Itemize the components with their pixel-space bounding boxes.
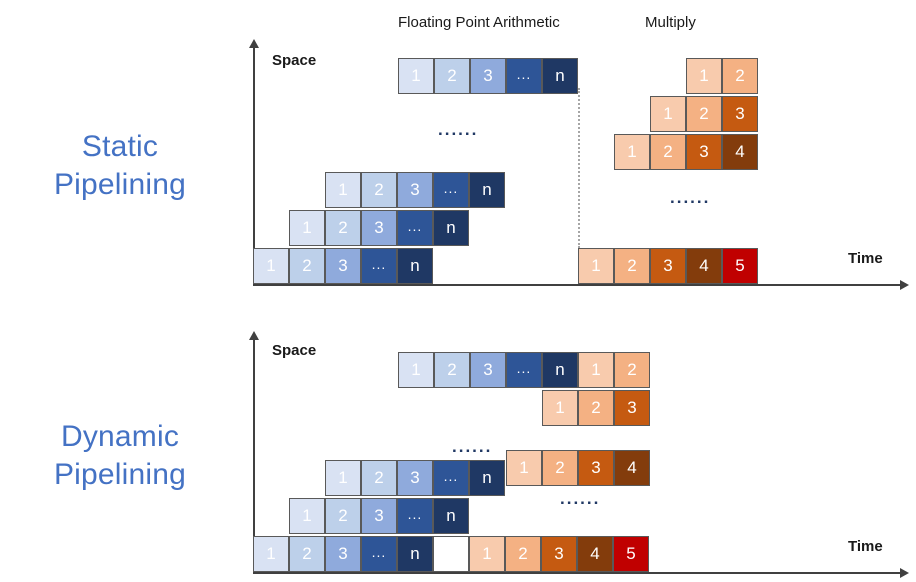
static-fpa-row-3-cell-2: 3: [397, 172, 433, 208]
dynamic-dyn-row-mul-2-cell-2: 3: [614, 390, 650, 426]
static-multiply-row-1-cell-2: 3: [686, 134, 722, 170]
static-fpa-row-1-cell-1: 2: [289, 248, 325, 284]
dynamic-pipelining-label: Dynamic Pipelining: [0, 418, 240, 494]
static-fpa-row-3-cell-3: ...: [433, 172, 469, 208]
dynamic-x-axis-arrow-icon: [900, 568, 909, 578]
static-multiply-baseline-row-cell-1: 2: [614, 248, 650, 284]
static-fpa-row-1-cell-4: n: [397, 248, 433, 284]
dynamic-dyn-row-3-cell-4: n: [469, 460, 505, 496]
dynamic-dyn-baseline-row-cell-0: 1: [253, 536, 289, 572]
dynamic-x-axis: [253, 572, 900, 574]
dynamic-pipelining-label-line-0: Dynamic: [60, 420, 180, 453]
dynamic-ellipsis-1: ......: [560, 489, 601, 508]
dynamic-dyn-row-mul-1-cell-0: 1: [506, 450, 542, 486]
static-multiply-baseline-row-cell-2: 3: [650, 248, 686, 284]
static-fpa-row-4-cell-1: 2: [434, 58, 470, 94]
static-multiply-row-2-cell-2: 3: [722, 96, 758, 132]
title-floating-point-arithmetic: Floating Point Arithmetic: [398, 14, 560, 31]
dynamic-dyn-row-2-cell-4: n: [433, 498, 469, 534]
diagram-canvas: 1 2 3... n 1 2 3... n 1 2 3... n 1 2 3... n 1 2 1 2 3 1 2 3 4 1 2 3…: [0, 0, 916, 582]
dynamic-dyn-baseline-row-cell-9: 4: [577, 536, 613, 572]
dynamic-dyn-row-mul-2-cell-1: 2: [578, 390, 614, 426]
title-multiply: Multiply: [645, 14, 696, 31]
dynamic-dyn-row-top-cell-4: n: [542, 352, 578, 388]
static-pipelining-label-line-0: Static: [81, 130, 159, 163]
static-multiply-row-2-cell-0: 1: [650, 96, 686, 132]
dynamic-dyn-baseline-row-cell-5: [433, 536, 469, 572]
dynamic-dyn-row-mul-1-cell-3: 4: [614, 450, 650, 486]
dynamic-dyn-baseline-row-cell-3: ...: [361, 536, 397, 572]
static-multiply-row-3-cell-1: 2: [722, 58, 758, 94]
dynamic-y-axis-arrow-icon: [249, 331, 259, 340]
dynamic-dyn-baseline-row-cell-4: n: [397, 536, 433, 572]
dynamic-dyn-baseline-row-cell-8: 3: [541, 536, 577, 572]
static-fpa-row-4-cell-2: 3: [470, 58, 506, 94]
dynamic-dyn-row-mul-1-cell-1: 2: [542, 450, 578, 486]
static-multiply-baseline-row-cell-0: 1: [578, 248, 614, 284]
dynamic-dyn-row-top-cell-5: 1: [578, 352, 614, 388]
static-y-axis-arrow-icon: [249, 39, 259, 48]
static-multiply-row-3-cell-0: 1: [686, 58, 722, 94]
static-pipelining-label: Static Pipelining: [0, 128, 240, 204]
dynamic-dyn-row-3-cell-1: 2: [361, 460, 397, 496]
dynamic-dyn-row-3-cell-3: ...: [433, 460, 469, 496]
static-divider-line: [578, 88, 580, 248]
dynamic-dyn-baseline-row-cell-10: 5: [613, 536, 649, 572]
static-time-axis-label: Time: [848, 250, 883, 267]
dynamic-time-axis-label: Time: [848, 538, 883, 555]
static-multiply-baseline-row-cell-4: 5: [722, 248, 758, 284]
dynamic-dyn-baseline-row-cell-7: 2: [505, 536, 541, 572]
static-fpa-row-2-cell-0: 1: [289, 210, 325, 246]
dynamic-dyn-row-3-cell-0: 1: [325, 460, 361, 496]
static-x-axis: [253, 284, 900, 286]
dynamic-dyn-row-top-cell-1: 2: [434, 352, 470, 388]
dynamic-dyn-row-3-cell-2: 3: [397, 460, 433, 496]
static-fpa-row-4-cell-4: n: [542, 58, 578, 94]
static-ellipsis-1: ......: [670, 188, 711, 207]
dynamic-dyn-row-top-cell-3: ...: [506, 352, 542, 388]
dynamic-dyn-row-top-cell-6: 2: [614, 352, 650, 388]
dynamic-dyn-baseline-row-cell-2: 3: [325, 536, 361, 572]
static-x-axis-arrow-icon: [900, 280, 909, 290]
dynamic-dyn-row-top-cell-0: 1: [398, 352, 434, 388]
dynamic-dyn-row-top-cell-2: 3: [470, 352, 506, 388]
dynamic-ellipsis-0: ......: [452, 437, 493, 456]
static-fpa-row-4-cell-3: ...: [506, 58, 542, 94]
dynamic-pipelining-label-line-1: Pipelining: [53, 458, 187, 491]
static-fpa-row-2-cell-4: n: [433, 210, 469, 246]
static-space-axis-label: Space: [272, 52, 317, 69]
static-fpa-row-1-cell-2: 3: [325, 248, 361, 284]
static-fpa-row-1-cell-3: ...: [361, 248, 397, 284]
static-fpa-row-3-cell-4: n: [469, 172, 505, 208]
static-multiply-row-1-cell-3: 4: [722, 134, 758, 170]
static-ellipsis-0: ......: [438, 120, 479, 139]
dynamic-dyn-baseline-row-cell-6: 1: [469, 536, 505, 572]
dynamic-dyn-row-2-cell-2: 3: [361, 498, 397, 534]
static-multiply-row-2-cell-1: 2: [686, 96, 722, 132]
dynamic-space-axis-label: Space: [272, 342, 317, 359]
static-fpa-row-2-cell-3: ...: [397, 210, 433, 246]
static-fpa-row-2-cell-1: 2: [325, 210, 361, 246]
dynamic-dyn-row-2-cell-0: 1: [289, 498, 325, 534]
static-pipelining-label-line-1: Pipelining: [53, 168, 187, 201]
static-fpa-row-4-cell-0: 1: [398, 58, 434, 94]
static-multiply-row-1-cell-1: 2: [650, 134, 686, 170]
dynamic-dyn-row-2-cell-1: 2: [325, 498, 361, 534]
static-fpa-row-3-cell-0: 1: [325, 172, 361, 208]
static-multiply-row-1-cell-0: 1: [614, 134, 650, 170]
dynamic-dyn-row-mul-2-cell-0: 1: [542, 390, 578, 426]
static-fpa-row-2-cell-2: 3: [361, 210, 397, 246]
dynamic-dyn-row-mul-1-cell-2: 3: [578, 450, 614, 486]
static-multiply-baseline-row-cell-3: 4: [686, 248, 722, 284]
static-fpa-row-3-cell-1: 2: [361, 172, 397, 208]
dynamic-dyn-row-2-cell-3: ...: [397, 498, 433, 534]
static-fpa-row-1-cell-0: 1: [253, 248, 289, 284]
dynamic-dyn-baseline-row-cell-1: 2: [289, 536, 325, 572]
